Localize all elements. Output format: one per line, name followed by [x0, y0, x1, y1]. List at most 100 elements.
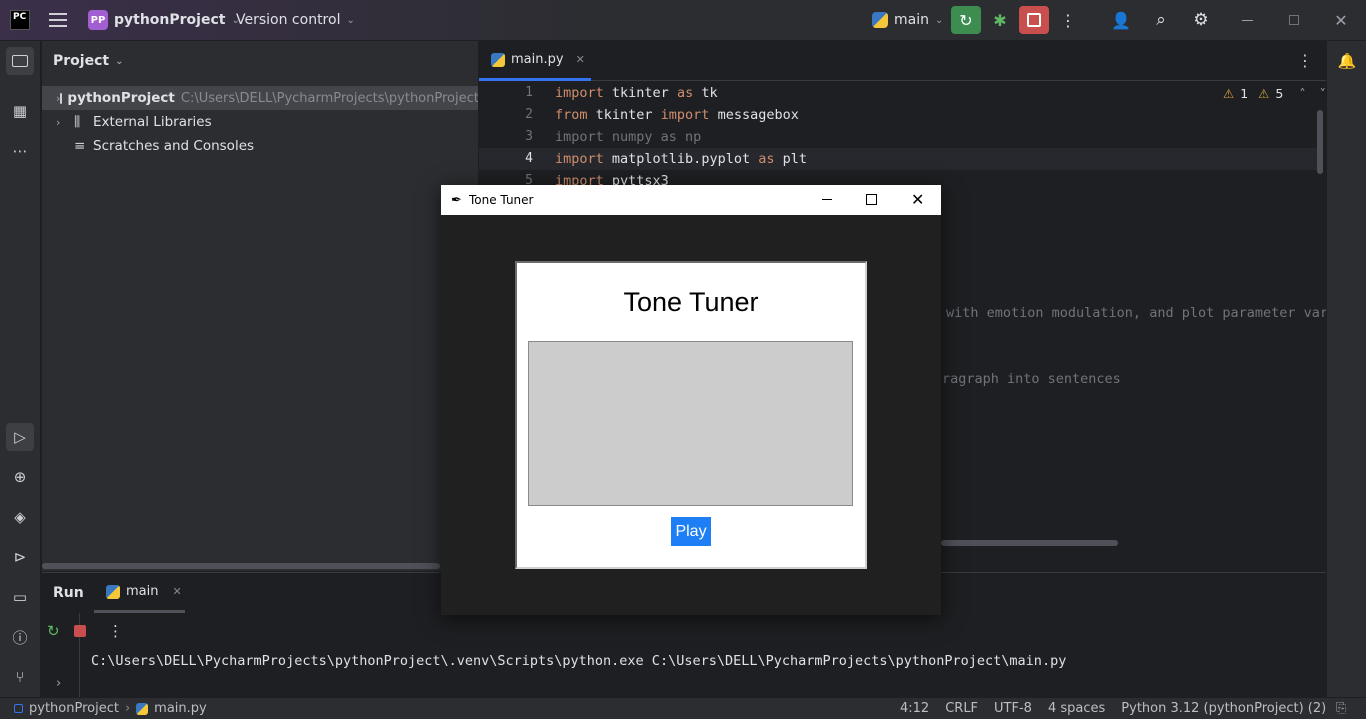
chevron-down-icon: ⌄ [346, 14, 355, 26]
stop-button[interactable] [1019, 6, 1049, 34]
editor-tab-main-py[interactable]: main.py ✕ [479, 41, 591, 81]
close-icon[interactable]: ✕ [911, 190, 924, 209]
caret-position[interactable]: 4:12 [900, 701, 929, 716]
file-encoding[interactable]: UTF-8 [994, 701, 1032, 716]
breadcrumb[interactable]: pythonProject › main.py [14, 701, 207, 716]
close-tab-icon[interactable]: ✕ [172, 585, 181, 598]
chevron-right-icon: › [124, 701, 131, 716]
tk-title-bar[interactable]: ✒ Tone Tuner ✕ [441, 185, 941, 215]
maximize-button[interactable] [1279, 6, 1309, 34]
notifications-icon[interactable]: 🔔 [1333, 47, 1361, 75]
tree-item-scratches[interactable]: ≡ Scratches and Consoles [42, 134, 478, 158]
code-with-me-button[interactable]: 👤 [1106, 6, 1136, 34]
python-packages-icon[interactable]: ◈ [6, 503, 34, 531]
python-file-icon [136, 702, 149, 715]
tab-options-icon[interactable]: ⋮ [1297, 51, 1313, 70]
weak-warning-count: 5 [1275, 86, 1284, 101]
python-interpreter[interactable]: Python 3.12 (pythonProject) (2) [1121, 701, 1326, 716]
vertical-scrollbar[interactable] [1317, 110, 1323, 174]
python-icon [872, 12, 888, 28]
add-user-icon: 👤 [1111, 10, 1131, 30]
tree-item-external-libraries[interactable]: › ⫼ External Libraries [42, 110, 478, 134]
settings-button[interactable]: ⚙ [1186, 6, 1216, 34]
line-number: 1 [525, 85, 533, 100]
horizontal-scrollbar[interactable] [42, 563, 440, 569]
stop-icon [1027, 13, 1041, 27]
play-button[interactable]: Play [671, 517, 711, 546]
project-panel: Project ⌄ › pythonProject C:\Users\DELL\… [42, 41, 478, 571]
minimize-button[interactable] [1232, 6, 1262, 34]
editor-horizontal-scrollbar[interactable] [941, 540, 1118, 546]
console-line: C:\Users\DELL\PycharmProjects\pythonProj… [91, 653, 1067, 669]
search-button[interactable]: ⌕ [1146, 6, 1176, 34]
structure-icon[interactable]: ▦ [6, 97, 34, 125]
project-switcher[interactable]: PP pythonProject ⌄ [88, 0, 240, 40]
python-file-icon [491, 52, 505, 67]
tree-item-project-root[interactable]: › pythonProject C:\Users\DELL\PycharmPro… [42, 86, 478, 110]
code-line-4: import matplotlib.pyplot as plt [555, 151, 807, 167]
version-control-menu[interactable]: Version control ⌄ [236, 0, 355, 40]
chevron-up-icon[interactable]: ˄ [1299, 86, 1305, 101]
status-bar: pythonProject › main.py 4:12 CRLF UTF-8 … [0, 697, 1366, 719]
run-config-name: main [894, 12, 929, 28]
debug-button[interactable]: ✱ [985, 6, 1015, 34]
project-badge: PP [88, 10, 108, 30]
scratches-icon: ≡ [74, 138, 86, 154]
rerun-button[interactable]: ↻ [951, 6, 981, 34]
maximize-icon[interactable] [866, 194, 877, 205]
stop-icon[interactable] [74, 625, 86, 637]
feather-icon: ✒ [451, 192, 462, 208]
project-panel-title: Project [53, 53, 110, 69]
minimize-icon[interactable] [822, 199, 832, 200]
folder-icon [60, 92, 63, 104]
tk-heading: Tone Tuner [623, 287, 759, 317]
tk-canvas[interactable] [528, 341, 853, 506]
breadcrumb-project[interactable]: pythonProject [29, 701, 119, 716]
code-line-3: import numpy as np [555, 129, 702, 145]
chevron-down-icon[interactable]: ˅ [1320, 86, 1326, 101]
inspection-widget[interactable]: ⚠ 1 ⚠ 5 ˄ ˅ [1223, 86, 1326, 101]
chevron-down-icon: ⌄ [115, 55, 124, 67]
tree-item-label: External Libraries [93, 114, 212, 130]
more-actions-button[interactable]: ⋮ [1053, 6, 1083, 34]
chevron-down-icon: ⌄ [934, 14, 944, 26]
version-control-label: Version control [236, 12, 341, 28]
code-line-1: import tkinter as tk [555, 85, 718, 101]
lock-icon[interactable]: ⎘ [1336, 701, 1346, 716]
close-tab-icon[interactable]: ✕ [576, 53, 585, 66]
run-config-selector[interactable]: main ⌄ [872, 0, 943, 40]
terminal-icon[interactable]: ▭ [6, 583, 34, 611]
line-number: 3 [525, 129, 533, 144]
main-menu-icon[interactable] [48, 11, 68, 29]
line-number: 2 [525, 107, 533, 122]
chevron-right-icon: › [56, 115, 61, 129]
line-separator[interactable]: CRLF [945, 701, 978, 716]
search-icon: ⌕ [1156, 10, 1166, 30]
project-panel-header[interactable]: Project ⌄ [53, 53, 123, 69]
problems-icon[interactable]: ⓘ [6, 623, 34, 651]
rerun-icon[interactable]: ↻ [47, 622, 60, 640]
tree-item-path: C:\Users\DELL\PycharmProjects\pythonProj… [180, 90, 478, 106]
line-number: 4 [525, 151, 533, 166]
pycharm-logo-icon[interactable]: PC [10, 10, 30, 30]
tab-main-run[interactable]: main ✕ [94, 573, 185, 613]
close-window-button[interactable]: ✕ [1326, 6, 1356, 34]
code-line-2: from tkinter import messagebox [555, 107, 799, 123]
project-name: pythonProject [114, 12, 226, 28]
code-line-partial: ragraph into sentences [942, 371, 1121, 387]
more-horizontal-icon[interactable]: ⋯ [6, 137, 34, 165]
code-line-partial: with emotion modulation, and plot parame… [946, 305, 1326, 321]
python-console-icon[interactable]: ⊕ [6, 463, 34, 491]
breadcrumb-file[interactable]: main.py [154, 701, 207, 716]
folder-icon[interactable] [6, 47, 34, 75]
rerun-icon: ↻ [959, 10, 973, 30]
run-tool-icon[interactable]: ▷ [6, 423, 34, 451]
module-icon [14, 704, 23, 713]
services-icon[interactable]: ⊳ [6, 543, 34, 571]
tab-run[interactable]: Run [53, 585, 84, 601]
tk-main-frame: Tone Tuner Play [515, 261, 867, 569]
restore-icon [1289, 15, 1299, 25]
more-vertical-icon[interactable]: ⋮ [108, 622, 123, 640]
indent-setting[interactable]: 4 spaces [1048, 701, 1105, 716]
git-icon[interactable]: ⑂ [6, 663, 34, 691]
